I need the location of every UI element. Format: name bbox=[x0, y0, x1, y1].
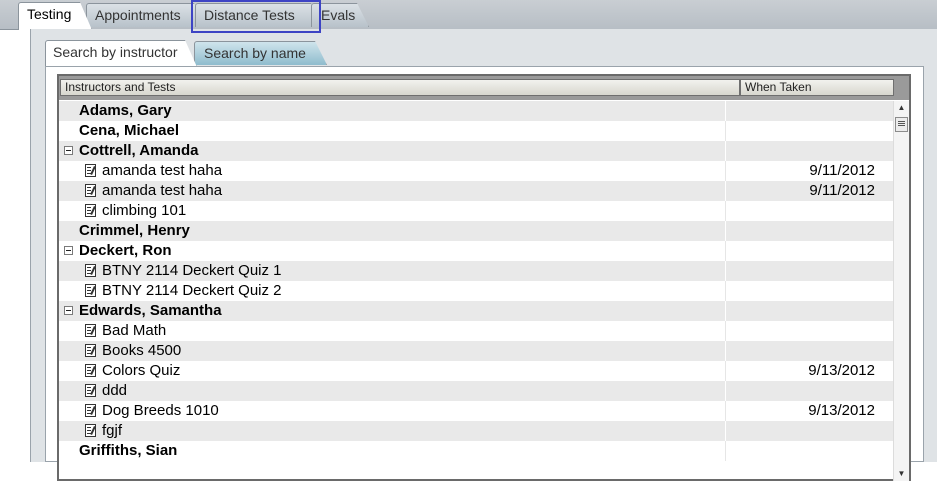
instructor-row[interactable]: Adams, Gary bbox=[59, 101, 893, 121]
column-header-instructors-tests-label: Instructors and Tests bbox=[65, 80, 176, 94]
test-name: ddd bbox=[102, 382, 128, 399]
test-row[interactable]: Books 4500 bbox=[59, 341, 893, 361]
test-row[interactable]: ddd bbox=[59, 381, 893, 401]
column-header-instructors-tests[interactable]: Instructors and Tests bbox=[60, 79, 740, 96]
vertical-scrollbar[interactable]: ▲ ▼ bbox=[893, 101, 909, 481]
column-divider bbox=[725, 401, 726, 421]
collapse-minus-icon[interactable] bbox=[64, 306, 73, 315]
instructor-row[interactable]: Cottrell, Amanda bbox=[59, 141, 893, 161]
tab-search-by-instructor[interactable]: Search by instructor bbox=[45, 40, 197, 67]
tab-appointments[interactable]: Appointments bbox=[86, 3, 206, 27]
instructor-row[interactable]: Deckert, Ron bbox=[59, 241, 893, 261]
test-name: climbing 101 bbox=[102, 202, 187, 219]
test-document-icon bbox=[85, 364, 96, 377]
column-divider bbox=[725, 381, 726, 401]
column-divider bbox=[725, 321, 726, 341]
test-document-icon bbox=[85, 324, 96, 337]
instructor-name: Adams, Gary bbox=[79, 102, 172, 119]
column-divider bbox=[725, 281, 726, 301]
test-document-icon bbox=[85, 204, 96, 217]
column-divider bbox=[725, 441, 726, 461]
test-row[interactable]: BTNY 2114 Deckert Quiz 1 bbox=[59, 261, 893, 281]
when-taken-value: 9/11/2012 bbox=[809, 182, 875, 199]
instructor-name: Edwards, Samantha bbox=[79, 302, 222, 319]
test-name: fgjf bbox=[102, 422, 123, 439]
collapse-minus-icon[interactable] bbox=[64, 246, 73, 255]
column-divider bbox=[725, 421, 726, 441]
main-tab-strip: Appointments Distance Tests Evals Testin… bbox=[0, 0, 937, 30]
instructor-name: Cena, Michael bbox=[79, 122, 180, 139]
grid-rows: Adams, Gary Cena, Michael Cottrell, Amanda… bbox=[59, 101, 893, 481]
column-divider bbox=[725, 181, 726, 201]
test-document-icon bbox=[85, 284, 96, 297]
test-row[interactable]: amanda test haha 9/11/2012 bbox=[59, 161, 893, 181]
tab-testing-label: Testing bbox=[27, 6, 72, 22]
tab-search-by-instructor-label: Search by instructor bbox=[53, 44, 178, 60]
tab-evals-label: Evals bbox=[321, 7, 356, 23]
column-divider bbox=[725, 121, 726, 141]
test-row[interactable]: amanda test haha 9/11/2012 bbox=[59, 181, 893, 201]
column-divider bbox=[725, 221, 726, 241]
column-divider bbox=[725, 141, 726, 161]
test-document-icon bbox=[85, 404, 96, 417]
tab-search-by-name-label: Search by name bbox=[204, 45, 306, 61]
grid-header: Instructors and Tests When Taken bbox=[59, 76, 909, 100]
test-document-icon bbox=[85, 264, 96, 277]
focus-highlight bbox=[191, 0, 321, 33]
column-divider bbox=[725, 261, 726, 281]
column-divider bbox=[725, 241, 726, 261]
test-name: Dog Breeds 1010 bbox=[102, 402, 219, 419]
column-header-when-taken[interactable]: When Taken bbox=[740, 79, 894, 96]
test-row[interactable]: BTNY 2114 Deckert Quiz 2 bbox=[59, 281, 893, 301]
when-taken-value: 9/11/2012 bbox=[809, 162, 875, 179]
instructor-tests-grid: Instructors and Tests When Taken Adams, … bbox=[57, 74, 911, 481]
instructor-row[interactable]: Griffiths, Sian bbox=[59, 441, 893, 461]
scroll-thumb[interactable] bbox=[895, 117, 908, 132]
column-divider bbox=[725, 161, 726, 181]
test-name: amanda test haha bbox=[102, 182, 223, 199]
instructor-name: Deckert, Ron bbox=[79, 242, 172, 259]
test-name: amanda test haha bbox=[102, 162, 223, 179]
tab-appointments-label: Appointments bbox=[95, 7, 181, 23]
scroll-up-arrow-icon[interactable]: ▲ bbox=[894, 101, 909, 115]
test-document-icon bbox=[85, 164, 96, 177]
test-name: BTNY 2114 Deckert Quiz 1 bbox=[102, 262, 282, 279]
column-divider bbox=[725, 341, 726, 361]
test-document-icon bbox=[85, 184, 96, 197]
when-taken-value: 9/13/2012 bbox=[808, 402, 875, 419]
testing-panel: Search by name Search by instructor Inst… bbox=[30, 29, 937, 481]
instructor-name: Griffiths, Sian bbox=[79, 442, 178, 459]
instructor-row[interactable]: Edwards, Samantha bbox=[59, 301, 893, 321]
test-document-icon bbox=[85, 384, 96, 397]
test-row[interactable]: climbing 101 bbox=[59, 201, 893, 221]
test-name: Colors Quiz bbox=[102, 362, 181, 379]
tab-search-by-name[interactable]: Search by name bbox=[194, 41, 327, 65]
test-name: Books 4500 bbox=[102, 342, 182, 359]
column-divider bbox=[725, 201, 726, 221]
scroll-down-arrow-icon[interactable]: ▼ bbox=[894, 467, 909, 481]
instructor-name: Cottrell, Amanda bbox=[79, 142, 199, 159]
column-divider bbox=[725, 301, 726, 321]
test-row[interactable]: Dog Breeds 1010 9/13/2012 bbox=[59, 401, 893, 421]
collapse-minus-icon[interactable] bbox=[64, 146, 73, 155]
column-header-when-taken-label: When Taken bbox=[745, 80, 812, 94]
test-row[interactable]: Bad Math bbox=[59, 321, 893, 341]
test-row[interactable]: Colors Quiz 9/13/2012 bbox=[59, 361, 893, 381]
instructor-name: Crimmel, Henry bbox=[79, 222, 190, 239]
test-row[interactable]: fgjf bbox=[59, 421, 893, 441]
test-document-icon bbox=[85, 424, 96, 437]
test-document-icon bbox=[85, 344, 96, 357]
test-name: Bad Math bbox=[102, 322, 167, 339]
column-divider bbox=[725, 361, 726, 381]
column-divider bbox=[725, 101, 726, 121]
test-name: BTNY 2114 Deckert Quiz 2 bbox=[102, 282, 282, 299]
when-taken-value: 9/13/2012 bbox=[808, 362, 875, 379]
instructor-row[interactable]: Crimmel, Henry bbox=[59, 221, 893, 241]
tab-testing[interactable]: Testing bbox=[18, 2, 92, 30]
instructor-row[interactable]: Cena, Michael bbox=[59, 121, 893, 141]
